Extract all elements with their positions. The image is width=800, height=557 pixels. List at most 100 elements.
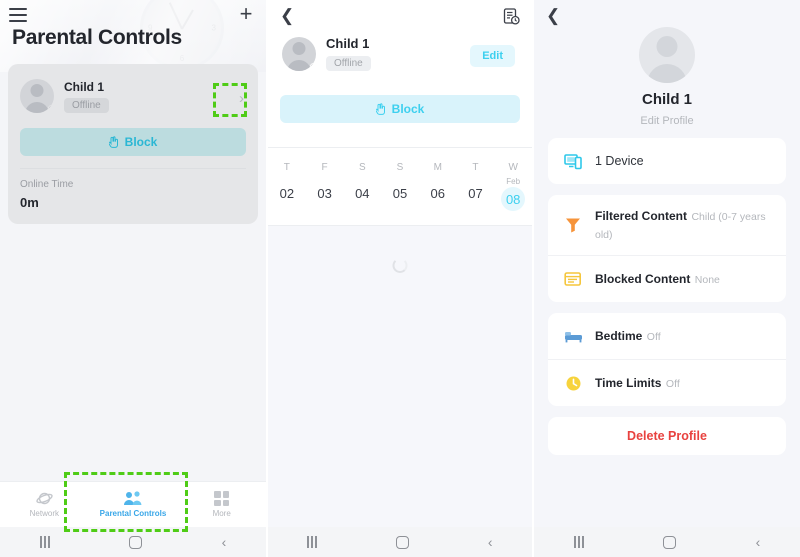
devices-icon [562,150,584,172]
content-settings-card: Filtered Content Child (0-7 years old) B… [548,195,786,302]
status-badge: Offline [64,97,109,113]
child-name: Child 1 [64,79,105,94]
list-item-filtered-content[interactable]: Filtered Content Child (0-7 years old) [548,195,786,255]
date-dow: M [433,162,442,173]
date-number: 06 [430,185,445,201]
bed-icon [562,325,584,347]
tab-network[interactable]: Network [0,482,89,527]
block-button[interactable]: Block [20,128,246,156]
date-number: 05 [392,185,408,201]
list-item-title: 1 Device [595,154,644,168]
chevron-right-icon[interactable]: › [239,90,244,107]
usage-content-area [268,226,532,527]
date-dow: S [396,162,404,173]
clock-icon [562,372,584,394]
card-divider [20,168,246,169]
edit-profile-link[interactable]: Edit Profile [534,115,800,127]
chevron-left-icon[interactable]: ❮ [280,7,294,24]
document-clock-icon[interactable] [503,8,520,25]
list-item-texts: Filtered Content Child (0-7 years old) [595,207,772,243]
offline-status-dot [48,105,54,112]
plus-icon[interactable]: + [235,3,257,26]
loading-spinner [392,258,408,273]
recent-apps-icon[interactable] [573,536,584,548]
date-column-selected[interactable]: W Feb 08 [494,150,532,225]
edit-button[interactable]: Edit [470,45,515,67]
date-number: 03 [317,185,332,201]
panel1-header: 123 69 + Parental Controls [0,0,266,72]
tab-parental-controls[interactable]: Parental Controls [89,482,178,527]
date-dow: T [472,162,479,173]
android-nav-bar: ‹ [534,527,800,557]
list-item-devices[interactable]: 1 Device [548,138,786,184]
online-time-value: 0m [20,195,39,210]
header-separator [268,147,532,148]
tab-more[interactable]: More [177,482,266,527]
panel2-header: ❮ Child 1 Offline Edit Block [268,0,532,150]
child-profile-card[interactable]: Child 1 Offline › Block Online Time 0m [8,64,258,224]
date-number: 07 [468,185,483,201]
home-icon[interactable] [396,535,410,549]
date-dow: W [508,162,518,173]
tab-parental-controls-label: Parental Controls [99,509,167,518]
page-title: Parental Controls [12,26,182,49]
avatar-placeholder[interactable] [639,27,695,83]
panel-parental-controls-list: 123 69 + Parental Controls Child 1 Offli… [0,0,266,557]
android-nav-bar: ‹ [268,527,532,557]
list-item-title: Time Limits [595,376,662,390]
date-dow: F [321,162,328,173]
online-time-label: Online Time [20,179,74,190]
list-item-subtitle: Off [665,378,680,390]
date-column[interactable]: T 07 [457,150,495,225]
chevron-left-icon[interactable]: ❮ [546,7,560,24]
date-number: 02 [279,185,295,201]
list-item-texts: 1 Device [595,152,644,170]
people-icon [123,491,143,506]
date-column[interactable]: M 06 [419,150,457,225]
block-button-label: Block [124,135,158,149]
child-profile-header: Child 1 Offline [282,36,371,71]
list-item-bedtime[interactable]: Bedtime Off [548,313,786,359]
recent-apps-icon[interactable] [307,536,318,548]
list-item-subtitle: None [694,274,720,286]
block-button[interactable]: Block [280,95,520,123]
back-icon[interactable]: ‹ [488,535,493,549]
back-icon[interactable]: ‹ [222,535,227,549]
date-column[interactable]: S 04 [343,150,381,225]
date-number: 08 [501,187,526,211]
back-icon[interactable]: ‹ [756,535,761,549]
list-item-subtitle: Off [646,331,661,343]
date-strip: T 02 F 03 S 04 S 05 M 06 T 07 W Feb 08 [268,150,532,225]
date-dow: T [283,162,290,173]
hamburger-icon[interactable] [9,8,27,22]
list-item-blocked-content[interactable]: Blocked Content None [548,255,786,302]
child-header-texts: Child 1 Offline [326,36,371,71]
date-dow: S [358,162,366,173]
delete-profile-button[interactable]: Delete Profile [548,417,786,455]
delete-profile-label: Delete Profile [627,429,707,443]
bottom-tab-bar: Network Parental Controls More [0,481,266,527]
date-column[interactable]: S 05 [381,150,419,225]
grid-more-icon [214,491,230,506]
home-icon[interactable] [129,535,143,549]
list-item-time-limits[interactable]: Time Limits Off [548,359,786,406]
list-item-texts: Time Limits Off [595,374,680,392]
child-card-texts: Child 1 Offline [64,80,109,113]
avatar-placeholder [20,79,54,113]
recent-apps-icon[interactable] [39,536,50,548]
android-nav-bar: ‹ [0,527,266,557]
home-icon[interactable] [663,535,677,549]
tab-more-label: More [212,509,231,518]
list-item-title: Bedtime [595,329,643,343]
offline-status-dot [310,62,316,70]
avatar-placeholder [282,36,316,71]
date-column[interactable]: T 02 [268,150,306,225]
network-icon [36,491,53,506]
date-column[interactable]: F 03 [306,150,344,225]
filter-funnel-icon [562,214,584,236]
status-badge: Offline [326,56,371,71]
date-month: Feb [506,177,521,186]
device-card: 1 Device [548,138,786,184]
child-name: Child 1 [326,36,370,51]
schedule-settings-card: Bedtime Off Time Limits Off [548,313,786,406]
